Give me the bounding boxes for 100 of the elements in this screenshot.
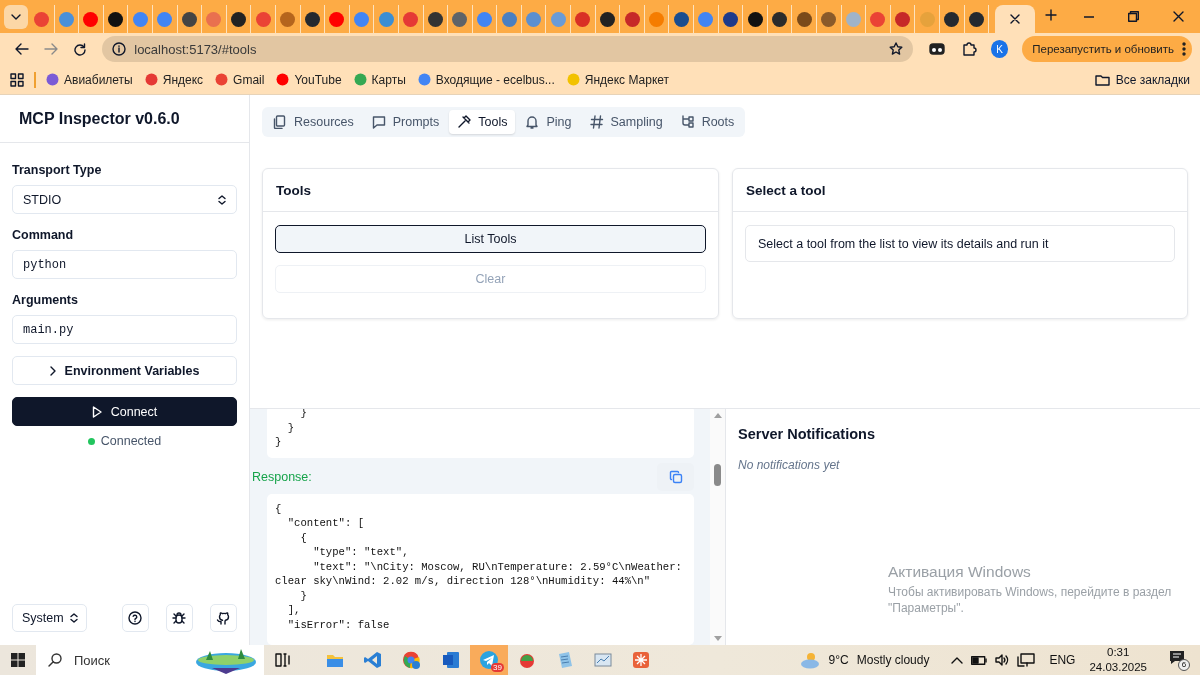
clock[interactable]: 0:31 24.03.2025 [1089, 645, 1147, 675]
document-icon [441, 650, 461, 670]
notification-center-button[interactable]: 6 [1169, 649, 1190, 671]
favicon-icon [501, 11, 517, 27]
date-text: 24.03.2025 [1089, 660, 1147, 675]
scrollbar[interactable] [710, 409, 725, 645]
response-label: Response: [252, 469, 312, 484]
address-bar[interactable]: localhost:5173/#tools [102, 36, 913, 62]
site-icon [144, 73, 158, 86]
site-icon [46, 73, 59, 86]
close-icon[interactable] [1173, 11, 1184, 22]
scroll-up-icon[interactable] [713, 413, 722, 418]
nav-tab[interactable]: Ping [517, 110, 580, 134]
volume-icon[interactable] [995, 654, 1010, 666]
favicon-icon [280, 11, 296, 27]
scroll-thumb[interactable] [714, 464, 721, 486]
back-icon[interactable] [15, 43, 30, 55]
list-tools-button[interactable]: List Tools [275, 225, 706, 253]
favicon-icon [944, 11, 960, 27]
hint-text: Select a tool from the list to view its details and run it [758, 236, 1049, 251]
copy-icon [668, 469, 683, 484]
nav-tab[interactable]: Sampling [581, 110, 671, 134]
url-text: localhost:5173/#tools [134, 41, 258, 57]
app-title: MCP Inspector v0.6.0 [19, 109, 180, 128]
bookmark-link[interactable]: Входящие - ecelbus... [417, 72, 555, 87]
field-label: Transport Type [12, 163, 103, 177]
puzzle-icon[interactable] [960, 41, 977, 57]
unread-badge: 39 [491, 663, 504, 672]
favicon-icon [673, 11, 689, 27]
panel-title: Server Notifications [738, 426, 876, 442]
code-line: "type": "text", [312, 545, 409, 560]
favicon-icon [354, 11, 369, 27]
code-line: } [286, 420, 295, 435]
close-icon[interactable] [1010, 14, 1021, 24]
tab-search-button[interactable] [4, 4, 28, 29]
weather-icon [798, 651, 821, 669]
site-icon [566, 73, 580, 86]
favicon-icon [108, 11, 124, 27]
favicon-icon [747, 11, 763, 27]
favicon-icon [181, 11, 197, 27]
new-tab-icon[interactable] [1045, 9, 1058, 21]
nav-tab[interactable]: Tools [449, 110, 516, 134]
bookmark-link[interactable]: YouTube [276, 72, 342, 87]
battery-icon[interactable] [971, 655, 988, 665]
network-icon[interactable] [1017, 653, 1036, 667]
play-icon [91, 405, 102, 418]
restore-icon[interactable] [1128, 11, 1139, 22]
bookmark-star-icon[interactable] [888, 42, 903, 56]
reload-icon[interactable] [73, 42, 87, 56]
favicon-icon [477, 11, 492, 27]
language-indicator[interactable]: ENG [1049, 653, 1076, 667]
favicon-icon [378, 11, 394, 27]
taskbar-search-field[interactable]: Поиск [36, 645, 264, 675]
profile-avatar[interactable]: K [990, 40, 1009, 58]
environment-variables-button[interactable]: Environment Variables [12, 356, 237, 385]
favicon-icon [34, 11, 50, 27]
code-line: } [275, 435, 282, 450]
nav-tab[interactable]: Prompts [363, 110, 448, 134]
windows-icon [11, 653, 25, 667]
bookmark-link[interactable]: Карты [353, 72, 406, 87]
bookmark-link[interactable]: Gmail [215, 72, 265, 87]
bookmark-link[interactable]: Яндекс Маркет [566, 72, 670, 87]
more-icon [1182, 42, 1186, 56]
scroll-down-icon[interactable] [713, 636, 722, 641]
connect-button[interactable]: Connect [12, 397, 237, 426]
bookmark-link[interactable]: Яндекс [144, 72, 204, 87]
favicon-icon [722, 11, 738, 27]
search-placeholder: Поиск [74, 652, 111, 668]
taskbar-app[interactable]: 39 [470, 645, 508, 675]
transport-select[interactable]: STDIO [12, 185, 237, 214]
favicon-icon [83, 11, 99, 27]
site-icon [417, 73, 431, 86]
code-line: } [299, 588, 307, 603]
nav-tab[interactable]: Roots [672, 110, 743, 134]
apps-icon[interactable] [10, 72, 24, 87]
restart-update-button[interactable]: Перезапустить и обновить [1022, 36, 1192, 62]
updown-icon [218, 194, 226, 205]
nav-tab[interactable]: Resources [265, 110, 362, 134]
field-label: Command [12, 228, 75, 242]
tab-icon [457, 115, 472, 129]
bug-button[interactable] [165, 604, 193, 632]
forward-icon[interactable] [44, 43, 59, 55]
bookmark-link[interactable]: Авиабилеты [46, 72, 133, 87]
task-view-icon [275, 653, 291, 667]
theme-select[interactable]: System [12, 604, 87, 632]
site-icon [353, 73, 367, 86]
arguments-input[interactable]: main.py [12, 315, 237, 344]
card-title: Select a tool [746, 182, 826, 198]
command-input[interactable]: python [12, 250, 237, 279]
chevron-down-icon [11, 13, 21, 20]
extension-icon[interactable] [928, 42, 945, 56]
favicon-icon [329, 11, 345, 27]
favicon-icon [649, 11, 665, 27]
github-button[interactable] [209, 604, 237, 632]
chevron-up-icon[interactable] [951, 656, 964, 664]
all-bookmarks-link[interactable]: Все закладки [1094, 72, 1190, 87]
sparkle-app-icon [631, 650, 651, 670]
help-icon [128, 611, 143, 625]
help-button[interactable] [121, 604, 149, 632]
code-line: "isError": false [286, 617, 390, 632]
